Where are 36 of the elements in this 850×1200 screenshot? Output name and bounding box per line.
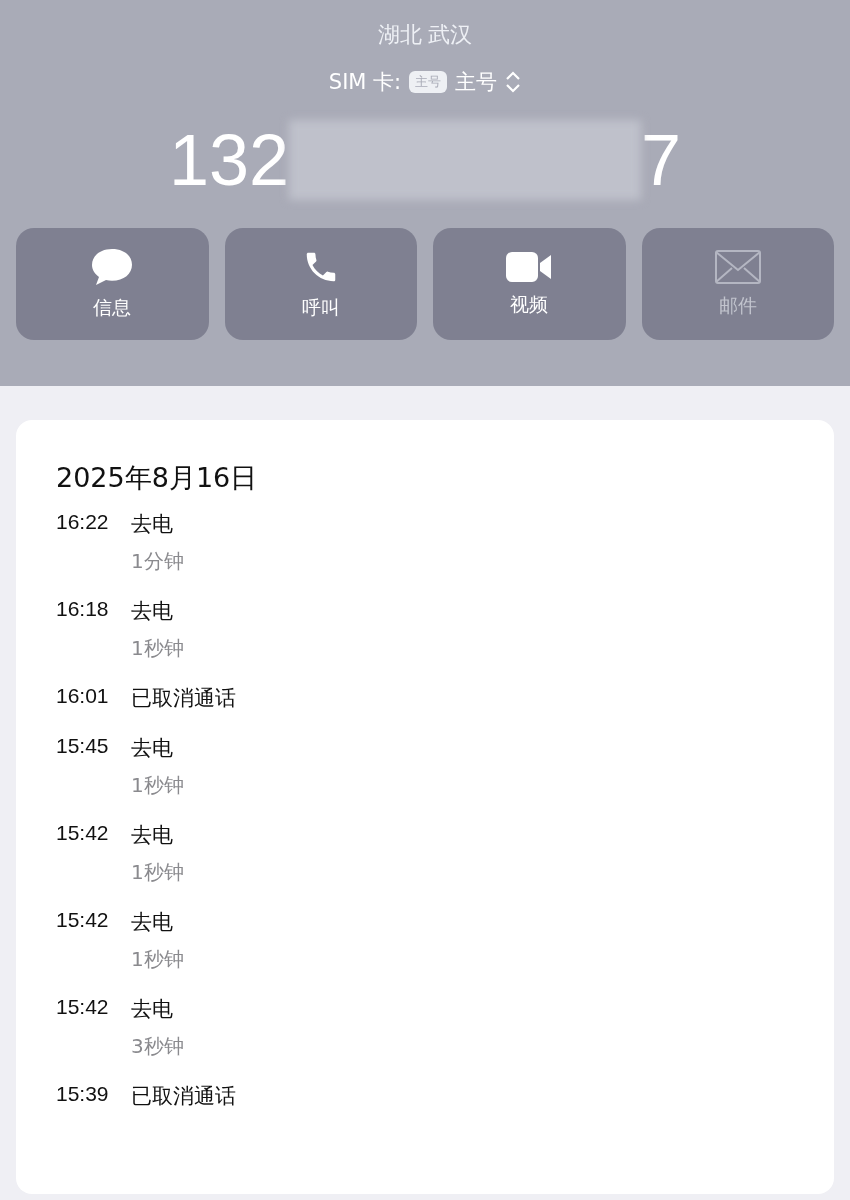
call-type: 已取消通话: [131, 685, 237, 712]
speech-bubble-icon: [90, 247, 135, 287]
call-duration: 1秒钟: [131, 772, 185, 799]
call-type: 去电: [131, 996, 174, 1023]
call-type: 去电: [131, 598, 174, 625]
video-camera-icon: [505, 250, 554, 284]
call-type: 去电: [131, 909, 174, 936]
phone-number-start: 132: [168, 124, 290, 196]
sim-badge: 主号: [409, 71, 448, 93]
call-duration: 1分钟: [131, 548, 185, 575]
call-type: 已取消通话: [131, 1083, 237, 1110]
action-button[interactable]: 呼叫: [224, 228, 417, 340]
action-button[interactable]: 信息: [16, 228, 209, 340]
call-duration: 1秒钟: [131, 946, 185, 973]
action-button[interactable]: 视频: [433, 228, 626, 340]
call-time: 15:45: [56, 734, 110, 759]
call-type: 去电: [131, 511, 174, 538]
call-duration: 1秒钟: [131, 635, 185, 662]
sim-selector[interactable]: 主号: [455, 68, 498, 96]
phone-number-end: 7: [641, 124, 682, 196]
call-type: 去电: [131, 822, 174, 849]
envelope-icon: [713, 249, 762, 285]
sim-label: SIM 卡:: [328, 69, 402, 96]
call-time: 16:22: [56, 510, 110, 535]
up-down-chevron-icon[interactable]: [505, 70, 522, 94]
date-heading: 2025年8月16日: [56, 461, 259, 495]
call-type: 去电: [131, 735, 174, 762]
call-duration: 3秒钟: [131, 1033, 185, 1060]
call-time: 15:42: [56, 995, 110, 1020]
call-duration: 1秒钟: [131, 859, 185, 886]
location-label: 湖北 武汉: [377, 21, 473, 49]
call-time: 15:42: [56, 821, 110, 846]
call-time: 15:39: [56, 1082, 110, 1107]
call-time: 16:01: [56, 684, 110, 709]
call-time: 16:18: [56, 597, 110, 622]
call-time: 15:42: [56, 908, 110, 933]
